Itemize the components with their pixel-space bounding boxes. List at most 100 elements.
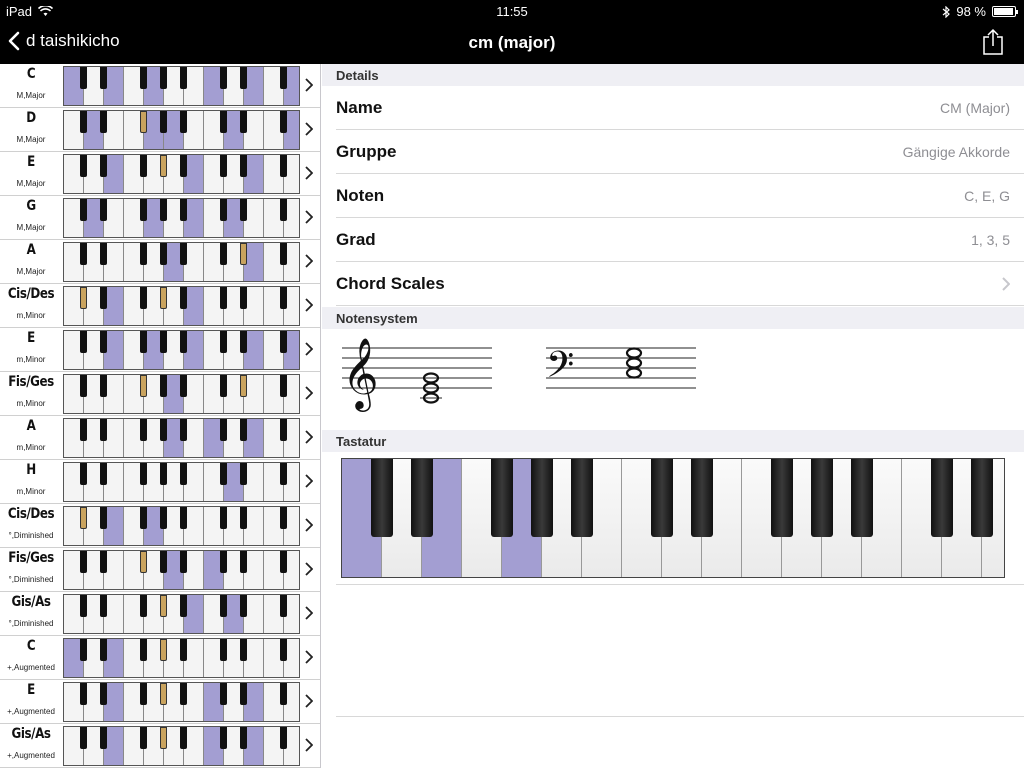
black-key <box>100 419 107 441</box>
black-key <box>280 551 287 573</box>
black-key <box>280 111 287 133</box>
chord-list-item[interactable]: D M,Major <box>0 108 320 152</box>
white-key <box>244 331 264 369</box>
mini-keyboard <box>63 506 300 546</box>
mini-keyboard <box>63 550 300 590</box>
mini-keyboard <box>63 418 300 458</box>
chord-list-item[interactable]: C M,Major <box>0 64 320 108</box>
chord-list-item[interactable]: Hm,Minor <box>0 460 320 504</box>
black-key <box>240 111 247 133</box>
chord-list-item[interactable]: Em,Minor <box>0 328 320 372</box>
chord-list-item[interactable]: G M,Major <box>0 196 320 240</box>
chord-list-item[interactable]: A M,Major <box>0 240 320 284</box>
black-key <box>140 243 147 265</box>
mini-keyboard <box>63 462 300 502</box>
share-button[interactable] <box>982 28 1004 61</box>
black-key[interactable] <box>691 459 713 537</box>
music-staff: 𝄞 𝄢 <box>342 336 696 412</box>
black-key <box>100 199 107 221</box>
black-key <box>240 727 247 749</box>
chevron-right-icon <box>305 430 313 444</box>
black-key[interactable] <box>931 459 953 537</box>
white-key <box>244 727 264 765</box>
chord-list-item[interactable]: Cis/Des m,Minor <box>0 284 320 328</box>
chord-list-item[interactable]: E +,Augmented <box>0 680 320 724</box>
chevron-right-icon <box>305 78 313 92</box>
black-key <box>100 243 107 265</box>
chord-list-item[interactable]: Fis/Ges m,Minor <box>0 372 320 416</box>
chord-list-item[interactable]: Am,Minor <box>0 416 320 460</box>
black-key <box>240 287 247 309</box>
white-key <box>104 419 124 457</box>
black-key <box>100 551 107 573</box>
chevron-right-icon <box>305 562 313 576</box>
chord-list-item[interactable]: Gis/As +,Augmented <box>0 724 320 768</box>
white-key <box>104 551 124 589</box>
black-key <box>180 199 187 221</box>
status-time: 11:55 <box>496 4 528 19</box>
navigation-bar: d taishikicho cm (major) <box>0 22 1024 64</box>
detail-label: Name <box>336 98 383 117</box>
mini-keyboard <box>63 198 300 238</box>
chord-type: m,Minor <box>16 443 46 452</box>
chord-scales-row[interactable]: Chord Scales <box>336 262 1024 306</box>
chevron-right-icon <box>305 122 313 136</box>
black-key <box>80 419 87 441</box>
black-key <box>80 551 87 573</box>
white-key <box>104 375 124 413</box>
white-key <box>184 727 204 765</box>
black-key <box>160 595 167 617</box>
black-key <box>240 595 247 617</box>
black-key <box>220 551 227 573</box>
black-key <box>220 199 227 221</box>
black-key[interactable] <box>971 459 993 537</box>
chord-type: °,Diminished <box>8 619 54 628</box>
mini-keyboard <box>63 110 300 150</box>
chevron-right-icon <box>305 210 313 224</box>
chord-type: m,Minor <box>16 311 46 320</box>
black-key[interactable] <box>371 459 393 537</box>
chord-name: Gis/As <box>11 726 51 742</box>
chord-list-item[interactable]: C +,Augmented <box>0 636 320 680</box>
chord-name: C <box>26 638 36 654</box>
black-key <box>140 111 147 133</box>
black-key <box>220 67 227 89</box>
black-key <box>240 683 247 705</box>
black-key[interactable] <box>851 459 873 537</box>
black-key <box>180 375 187 397</box>
chord-type: M,Major <box>16 223 46 232</box>
piano-keyboard[interactable] <box>341 458 1005 578</box>
black-key[interactable] <box>811 459 833 537</box>
chord-name: Cis/Des <box>7 286 55 302</box>
white-key <box>184 419 204 457</box>
black-key <box>220 463 227 485</box>
white-key <box>184 243 204 281</box>
chevron-right-icon <box>305 342 313 356</box>
chord-list-item[interactable]: Fis/Ges °,Diminished <box>0 548 320 592</box>
black-key[interactable] <box>771 459 793 537</box>
black-key <box>160 111 167 133</box>
black-key[interactable] <box>531 459 553 537</box>
chord-list-item[interactable]: Cis/Des °,Diminished <box>0 504 320 548</box>
black-key <box>160 463 167 485</box>
black-key[interactable] <box>411 459 433 537</box>
black-key <box>220 331 227 353</box>
black-key[interactable] <box>571 459 593 537</box>
white-key <box>184 375 204 413</box>
chord-name: A <box>26 242 36 258</box>
chord-list: C M,Major D M,Major E M,Major G M,Major A M,Major… <box>0 64 321 768</box>
black-key <box>100 111 107 133</box>
battery-icon <box>992 6 1018 17</box>
black-key <box>280 287 287 309</box>
black-key <box>100 331 107 353</box>
chord-list-item[interactable]: E M,Major <box>0 152 320 196</box>
black-key <box>100 595 107 617</box>
black-key[interactable] <box>491 459 513 537</box>
white-key <box>184 639 204 677</box>
black-key <box>240 463 247 485</box>
black-key <box>140 551 147 573</box>
battery-percent: 98 % <box>956 4 986 19</box>
black-key[interactable] <box>651 459 673 537</box>
chord-list-item[interactable]: Gis/As °,Diminished <box>0 592 320 636</box>
black-key <box>280 331 287 353</box>
